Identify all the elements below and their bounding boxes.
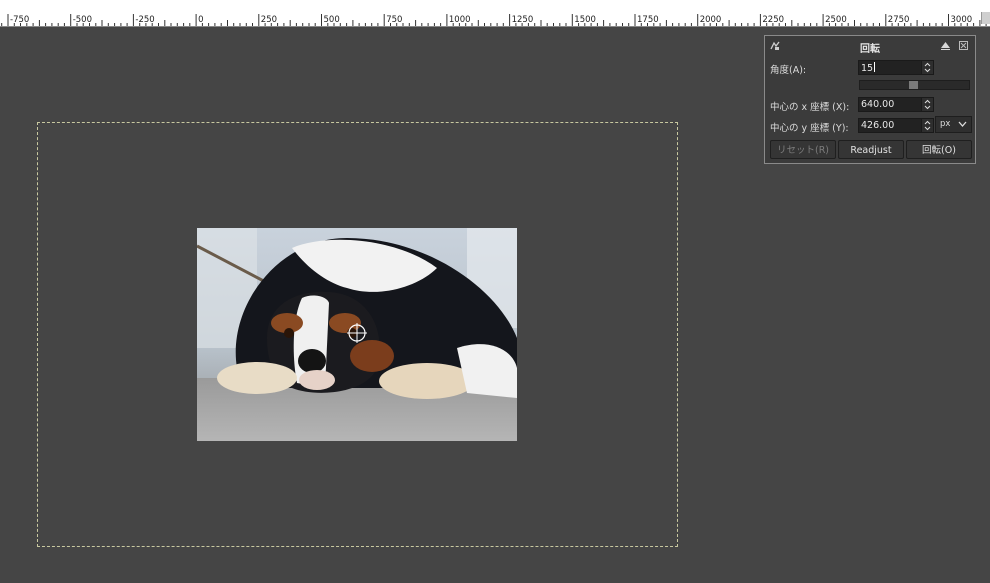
ruler-label: 2750	[888, 15, 910, 25]
angle-slider[interactable]	[859, 80, 970, 90]
center-y-spinbox[interactable]: 426.00	[858, 118, 934, 133]
readjust-button[interactable]: Readjust	[838, 140, 904, 159]
ruler-scale: -750 -500 -250 0 250 500 750 1000 1250 1500 1750 20…	[1, 14, 987, 26]
ruler-label: 1750	[637, 15, 659, 25]
text-caret	[874, 62, 876, 72]
dock-up-icon[interactable]	[941, 42, 950, 50]
ruler-label: 1250	[512, 15, 534, 25]
ruler-label: 0	[198, 15, 203, 25]
angle-stepper[interactable]	[921, 61, 933, 74]
rotation-center-crosshair[interactable]	[347, 323, 367, 343]
dialog-titlebar[interactable]: 回転	[765, 36, 975, 56]
center-x-stepper[interactable]	[921, 98, 933, 111]
ruler-label: 2000	[700, 15, 722, 25]
angle-slider-thumb[interactable]	[909, 81, 918, 89]
horizontal-ruler[interactable]: -750 -500 -250 0 250 500 750 1000 1250 1500 1750 20…	[0, 0, 990, 27]
ruler-label: 1500	[574, 15, 596, 25]
center-y-label: 中心の y 座標 (Y):	[770, 123, 849, 134]
ruler-label: 1000	[449, 15, 471, 25]
center-x-value: 640.00	[861, 99, 895, 110]
angle-spinbox[interactable]: 15	[858, 60, 934, 75]
ruler-label: -250	[135, 15, 154, 25]
ruler-label: -750	[10, 15, 29, 25]
ruler-label: 250	[261, 15, 277, 25]
angle-label: 角度(A):	[770, 65, 807, 76]
ruler-label: 2250	[762, 15, 784, 25]
center-y-stepper[interactable]	[921, 119, 933, 132]
close-icon[interactable]	[959, 41, 968, 50]
ruler-label: 500	[324, 15, 340, 25]
center-x-spinbox[interactable]: 640.00	[858, 97, 934, 112]
reset-button[interactable]: リセット(R)	[770, 140, 836, 159]
rotate-dialog: 回転 角度(A): 15 中心の x 座標 (X): 640.00 中心の y …	[764, 35, 976, 164]
ruler-label: 3000	[951, 15, 973, 25]
ruler-corner	[981, 12, 990, 24]
ruler-label: 750	[386, 15, 402, 25]
angle-value: 15	[861, 63, 874, 74]
chevron-down-icon	[958, 121, 967, 127]
center-x-label: 中心の x 座標 (X):	[770, 102, 850, 113]
rotate-button[interactable]: 回転(O)	[906, 140, 972, 159]
ruler-label: -500	[73, 15, 92, 25]
ruler-label: 2500	[825, 15, 847, 25]
center-y-value: 426.00	[861, 120, 895, 131]
unit-select[interactable]: px	[935, 116, 972, 133]
unit-value: px	[940, 119, 951, 129]
